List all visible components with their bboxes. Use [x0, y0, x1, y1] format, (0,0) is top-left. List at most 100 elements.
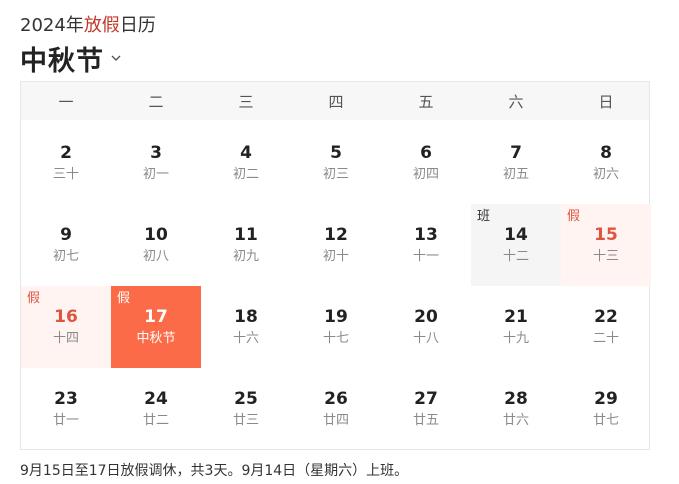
lunar-date: 十七 [322, 330, 349, 346]
day-number: 18 [234, 306, 258, 327]
day-cell[interactable]: 23 廿一 [21, 368, 111, 450]
day-number: 14 [504, 224, 528, 245]
day-number: 13 [414, 224, 438, 245]
day-number: 26 [324, 388, 348, 409]
weekday-label: 二 [148, 92, 164, 111]
chevron-down-icon [110, 52, 122, 64]
weekday-label: 六 [508, 92, 524, 111]
holiday-badge: 假 [27, 291, 41, 306]
lunar-date: 廿二 [142, 412, 169, 428]
day-cell[interactable]: 28 廿六 [471, 368, 561, 450]
weekday-header: 一二三四五六日 [21, 82, 649, 120]
day-number: 22 [594, 306, 618, 327]
day-cell[interactable]: 3 初一 [111, 122, 201, 204]
lunar-date: 三十 [52, 166, 79, 182]
lunar-date: 初一 [142, 166, 169, 182]
lunar-date: 十四 [52, 330, 79, 346]
weekday-label: 五 [418, 92, 434, 111]
day-cell[interactable]: 假 15 十三 [561, 204, 651, 286]
lunar-date: 十三 [592, 248, 619, 264]
workday-badge: 班 [477, 209, 491, 224]
day-cell[interactable]: 20 十八 [381, 286, 471, 368]
lunar-date: 十一 [412, 248, 439, 264]
holiday-badge: 假 [567, 209, 581, 224]
day-number: 20 [414, 306, 438, 327]
day-cell[interactable]: 26 廿四 [291, 368, 381, 450]
day-number: 15 [594, 224, 618, 245]
day-cell[interactable]: 25 廿三 [201, 368, 291, 450]
lunar-date: 十二 [502, 248, 529, 264]
day-number: 3 [150, 142, 162, 163]
holiday-title: 中秋节 [20, 45, 104, 77]
day-number: 23 [54, 388, 78, 409]
lunar-date: 廿三 [232, 412, 259, 428]
day-number: 2 [60, 142, 72, 163]
day-cell[interactable]: 22 二十 [561, 286, 651, 368]
lunar-date: 中秋节 [136, 330, 176, 346]
day-cell[interactable]: 18 十六 [201, 286, 291, 368]
lunar-date: 初十 [322, 248, 349, 264]
weekday-label: 三 [238, 92, 254, 111]
day-number: 24 [144, 388, 168, 409]
day-cell[interactable]: 9 初七 [21, 204, 111, 286]
day-grid: 2 三十 3 初一 4 初二 5 初三 6 初四 7 初五 8 初六 9 初七 10 初八 11 初九 12 初十 13 十一… [21, 122, 651, 450]
day-cell[interactable]: 24 廿二 [111, 368, 201, 450]
day-number: 4 [240, 142, 252, 163]
day-cell[interactable]: 21 十九 [471, 286, 561, 368]
lunar-date: 廿一 [52, 412, 79, 428]
day-cell[interactable]: 假 16 十四 [21, 286, 111, 368]
day-cell[interactable]: 2 三十 [21, 122, 111, 204]
day-number: 27 [414, 388, 438, 409]
day-cell[interactable]: 29 廿七 [561, 368, 651, 450]
lunar-date: 初八 [142, 248, 169, 264]
year-suffix: 日历 [119, 15, 156, 36]
weekday-label: 四 [328, 92, 344, 111]
lunar-date: 十九 [502, 330, 529, 346]
day-cell[interactable]: 7 初五 [471, 122, 561, 204]
day-number: 29 [594, 388, 618, 409]
lunar-date: 初四 [412, 166, 439, 182]
lunar-date: 二十 [592, 330, 619, 346]
day-number: 16 [54, 306, 78, 327]
day-number: 8 [600, 142, 612, 163]
day-number: 28 [504, 388, 528, 409]
lunar-date: 十六 [232, 330, 259, 346]
calendar-grid: 一 二 三 四 五 六 日 2 三十 3 初一 4 初二 5 初三 6 初四 7 初五 8 初六 9 初七 10 初八 11 初九… [20, 81, 651, 450]
day-cell[interactable]: 假 17 中秋节 [111, 286, 201, 368]
day-number: 6 [420, 142, 432, 163]
holiday-selector[interactable]: 中秋节 [20, 40, 122, 77]
lunar-date: 十八 [412, 330, 439, 346]
day-cell[interactable]: 13 十一 [381, 204, 471, 286]
weekday-label: 日 [598, 92, 614, 111]
lunar-date: 廿五 [412, 412, 439, 428]
day-number: 21 [504, 306, 528, 327]
holiday-badge: 假 [117, 291, 131, 306]
day-cell[interactable]: 5 初三 [291, 122, 381, 204]
day-number: 19 [324, 306, 348, 327]
year-prefix: 2024年 [20, 15, 84, 36]
day-cell[interactable]: 8 初六 [561, 122, 651, 204]
lunar-date: 廿六 [502, 412, 529, 428]
day-number: 7 [510, 142, 522, 163]
weekday-label: 一 [58, 92, 74, 111]
day-number: 12 [324, 224, 348, 245]
day-cell[interactable]: 10 初八 [111, 204, 201, 286]
day-cell[interactable]: 19 十七 [291, 286, 381, 368]
lunar-date: 初六 [592, 166, 619, 182]
lunar-date: 初九 [232, 248, 259, 264]
day-number: 5 [330, 142, 342, 163]
day-cell[interactable]: 12 初十 [291, 204, 381, 286]
day-cell[interactable]: 27 廿五 [381, 368, 471, 450]
lunar-date: 初五 [502, 166, 529, 182]
lunar-date: 初七 [52, 248, 79, 264]
day-cell[interactable]: 班 14 十二 [471, 204, 561, 286]
lunar-date: 廿七 [592, 412, 619, 428]
day-cell[interactable]: 11 初九 [201, 204, 291, 286]
calendar-year-heading: 2024年放假日历 [20, 14, 156, 38]
lunar-date: 廿四 [322, 412, 349, 428]
day-cell[interactable]: 6 初四 [381, 122, 471, 204]
day-number: 11 [234, 224, 258, 245]
day-number: 25 [234, 388, 258, 409]
day-cell[interactable]: 4 初二 [201, 122, 291, 204]
day-number: 10 [144, 224, 168, 245]
